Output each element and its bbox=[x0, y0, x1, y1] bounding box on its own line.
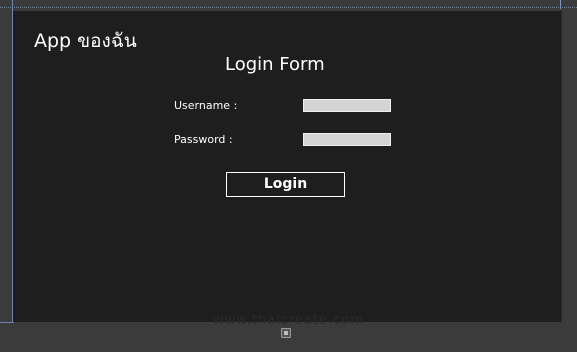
design-guide-top bbox=[0, 7, 577, 8]
form-title: Login Form bbox=[225, 54, 325, 75]
windows-logo-icon[interactable] bbox=[281, 328, 291, 338]
login-button[interactable]: Login bbox=[226, 172, 345, 197]
device-frame: App ของฉัน Login Form Username : Passwor… bbox=[0, 0, 577, 352]
password-input[interactable] bbox=[303, 133, 391, 146]
app-screen: App ของฉัน Login Form Username : Passwor… bbox=[13, 11, 562, 328]
username-label: Username : bbox=[174, 99, 238, 112]
password-label: Password : bbox=[174, 133, 233, 146]
app-title: App ของฉัน bbox=[34, 30, 137, 52]
watermark: www.thaicreate.com bbox=[213, 313, 364, 328]
design-guide-tick bbox=[560, 0, 561, 9]
username-input[interactable] bbox=[303, 99, 391, 112]
design-guide-mark bbox=[0, 322, 14, 323]
